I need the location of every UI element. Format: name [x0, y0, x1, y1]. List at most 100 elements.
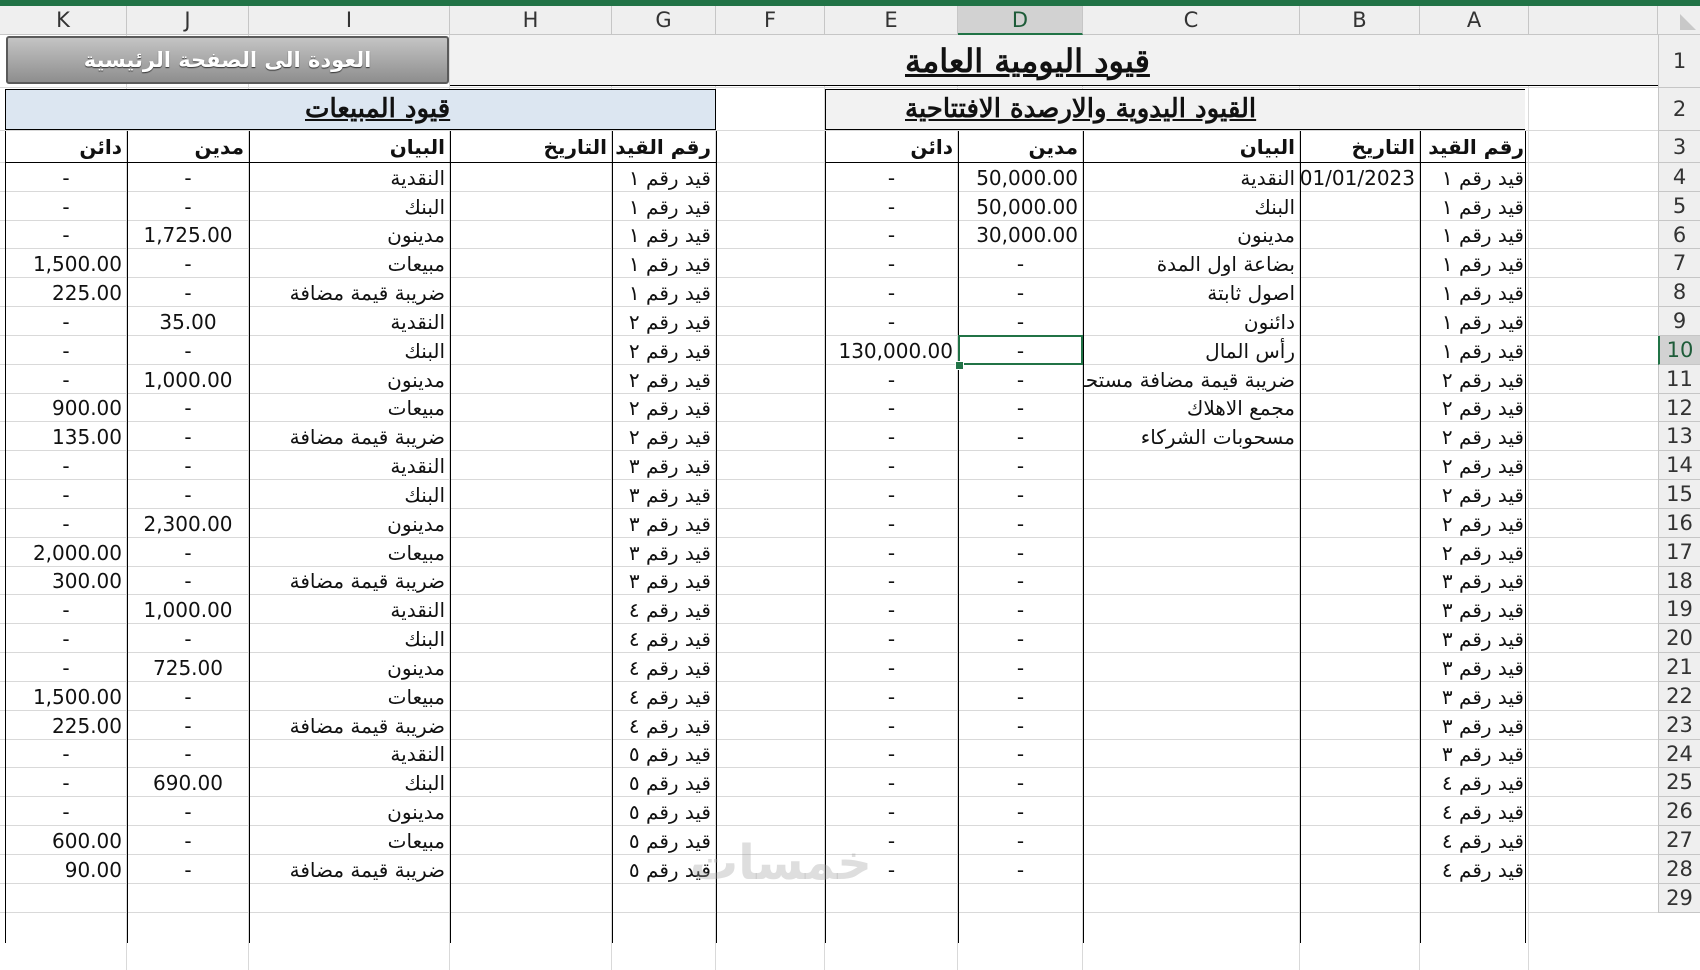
manual-debit: - — [1016, 511, 1025, 536]
manual-credit: - — [887, 569, 896, 593]
sales-entry-no: قيد رقم ٢ — [628, 424, 711, 449]
sales-description: مدينون — [387, 799, 445, 824]
sales-description: مبيعات — [387, 540, 445, 565]
row-header[interactable]: 10 — [1658, 336, 1700, 365]
manual-debit: - — [1016, 396, 1025, 420]
column-header[interactable]: F — [716, 6, 825, 35]
sales-entry-no: قيد رقم ٣ — [628, 453, 711, 478]
manual-credit: - — [887, 367, 896, 392]
row-header[interactable]: 18 — [1658, 567, 1700, 595]
row-header[interactable]: 17 — [1658, 538, 1700, 567]
sales-debit: 1,000.00 — [143, 367, 233, 392]
row-header[interactable]: 23 — [1658, 711, 1700, 740]
sales-credit: - — [62, 165, 70, 190]
sales-description: النقدية — [390, 742, 445, 766]
manual-description: مسحوبات الشركاء — [1140, 424, 1295, 449]
sales-credit: - — [62, 511, 70, 536]
manual-description: ضريبة قيمة مضافة مستحقة — [1083, 367, 1295, 392]
sales-entry-no: قيد رقم ٥ — [628, 857, 711, 882]
row-header[interactable]: 21 — [1658, 653, 1700, 682]
sales-header-credit: دائن — [79, 135, 122, 159]
row-header[interactable]: 1 — [1658, 35, 1700, 88]
manual-entry-no: قيد رقم ٢ — [1441, 540, 1524, 565]
sales-entry-no: قيد رقم ٥ — [628, 742, 711, 766]
column-header[interactable]: E — [825, 6, 958, 35]
sales-table-border-v — [716, 131, 717, 943]
row-header[interactable]: 22 — [1658, 682, 1700, 711]
manual-entry-no: قيد رقم ٢ — [1441, 482, 1524, 507]
manual-credit: - — [887, 684, 896, 709]
manual-date — [1300, 192, 1420, 221]
column-header[interactable]: D — [958, 6, 1083, 35]
manual-debit: - — [1016, 770, 1025, 795]
manual-date — [1300, 567, 1420, 595]
sales-entry-no: قيد رقم ١ — [628, 165, 711, 190]
sales-entry-no: قيد رقم ٣ — [628, 540, 711, 565]
manual-entry-no: قيد رقم ١ — [1441, 338, 1524, 363]
selected-cell[interactable] — [958, 335, 1083, 365]
row-header[interactable]: 14 — [1658, 451, 1700, 480]
column-header[interactable]: A — [1420, 6, 1529, 35]
manual-debit: - — [1016, 424, 1025, 449]
sales-entry-no: قيد رقم ٥ — [628, 828, 711, 853]
column-header[interactable]: K — [0, 6, 127, 35]
row-header[interactable]: 7 — [1658, 249, 1700, 278]
column-header[interactable]: H — [450, 6, 612, 35]
manual-credit: - — [887, 799, 896, 824]
row-header[interactable]: 13 — [1658, 422, 1700, 451]
manual-entry-no: قيد رقم ٢ — [1441, 424, 1524, 449]
row-header[interactable]: 15 — [1658, 480, 1700, 509]
column-header[interactable]: G — [612, 6, 716, 35]
column-header[interactable]: C — [1083, 6, 1300, 35]
row-header[interactable]: 12 — [1658, 394, 1700, 422]
row-header[interactable]: 2 — [1658, 88, 1700, 131]
row-header[interactable]: 20 — [1658, 624, 1700, 653]
sales-entry-no: قيد رقم ٢ — [628, 309, 711, 334]
column-header[interactable]: I — [249, 6, 450, 35]
sales-header-entry-no: رقم القيد — [615, 135, 711, 159]
sales-entry-no: قيد رقم ٣ — [628, 511, 711, 536]
sales-description: ضريبة قيمة مضافة — [289, 280, 445, 305]
row-header[interactable]: 5 — [1658, 192, 1700, 221]
sales-description: ضريبة قيمة مضافة — [289, 713, 445, 738]
row-header[interactable]: 4 — [1658, 163, 1700, 192]
row-header[interactable]: 26 — [1658, 797, 1700, 826]
manual-debit: - — [1016, 684, 1025, 709]
row-header[interactable]: 28 — [1658, 855, 1700, 884]
manual-entry-no: قيد رقم ٣ — [1441, 626, 1524, 651]
manual-credit: - — [887, 309, 896, 334]
row-header[interactable]: 11 — [1658, 365, 1700, 394]
column-header[interactable]: B — [1300, 6, 1420, 35]
manual-date — [1300, 768, 1420, 797]
sales-debit: 2,300.00 — [143, 511, 233, 536]
sales-credit: - — [62, 194, 70, 219]
row-header[interactable]: 16 — [1658, 509, 1700, 538]
row-header[interactable]: 9 — [1658, 307, 1700, 336]
sales-debit: - — [184, 338, 192, 363]
row-header[interactable]: 25 — [1658, 768, 1700, 797]
select-all-triangle-icon[interactable] — [1680, 14, 1696, 30]
sales-credit: 600.00 — [52, 828, 122, 853]
sales-entry-no: قيد رقم ٢ — [628, 396, 711, 420]
manual-entry-no: قيد رقم ٣ — [1441, 597, 1524, 622]
sales-description: مدينون — [387, 511, 445, 536]
row-header[interactable]: 3 — [1658, 131, 1700, 163]
column-header[interactable]: J — [127, 6, 249, 35]
sales-debit: - — [184, 482, 192, 507]
sales-entry-no: قيد رقم ٢ — [628, 338, 711, 363]
row-header[interactable]: 24 — [1658, 740, 1700, 768]
row-header[interactable]: 29 — [1658, 884, 1700, 913]
manual-credit: - — [887, 742, 896, 766]
sales-debit: - — [184, 165, 192, 190]
row-header[interactable]: 6 — [1658, 221, 1700, 249]
row-header[interactable]: 8 — [1658, 278, 1700, 307]
row-header[interactable]: 19 — [1658, 595, 1700, 624]
manual-description — [1083, 538, 1300, 567]
manual-table-border-v — [1083, 131, 1084, 943]
fill-handle[interactable] — [955, 361, 964, 370]
back-to-home-button[interactable]: العودة الى الصفحة الرئيسية — [6, 36, 449, 84]
row-header[interactable]: 27 — [1658, 826, 1700, 855]
sales-credit: - — [62, 770, 70, 795]
sales-entry-no: قيد رقم ١ — [628, 223, 711, 247]
manual-description — [1083, 740, 1300, 768]
